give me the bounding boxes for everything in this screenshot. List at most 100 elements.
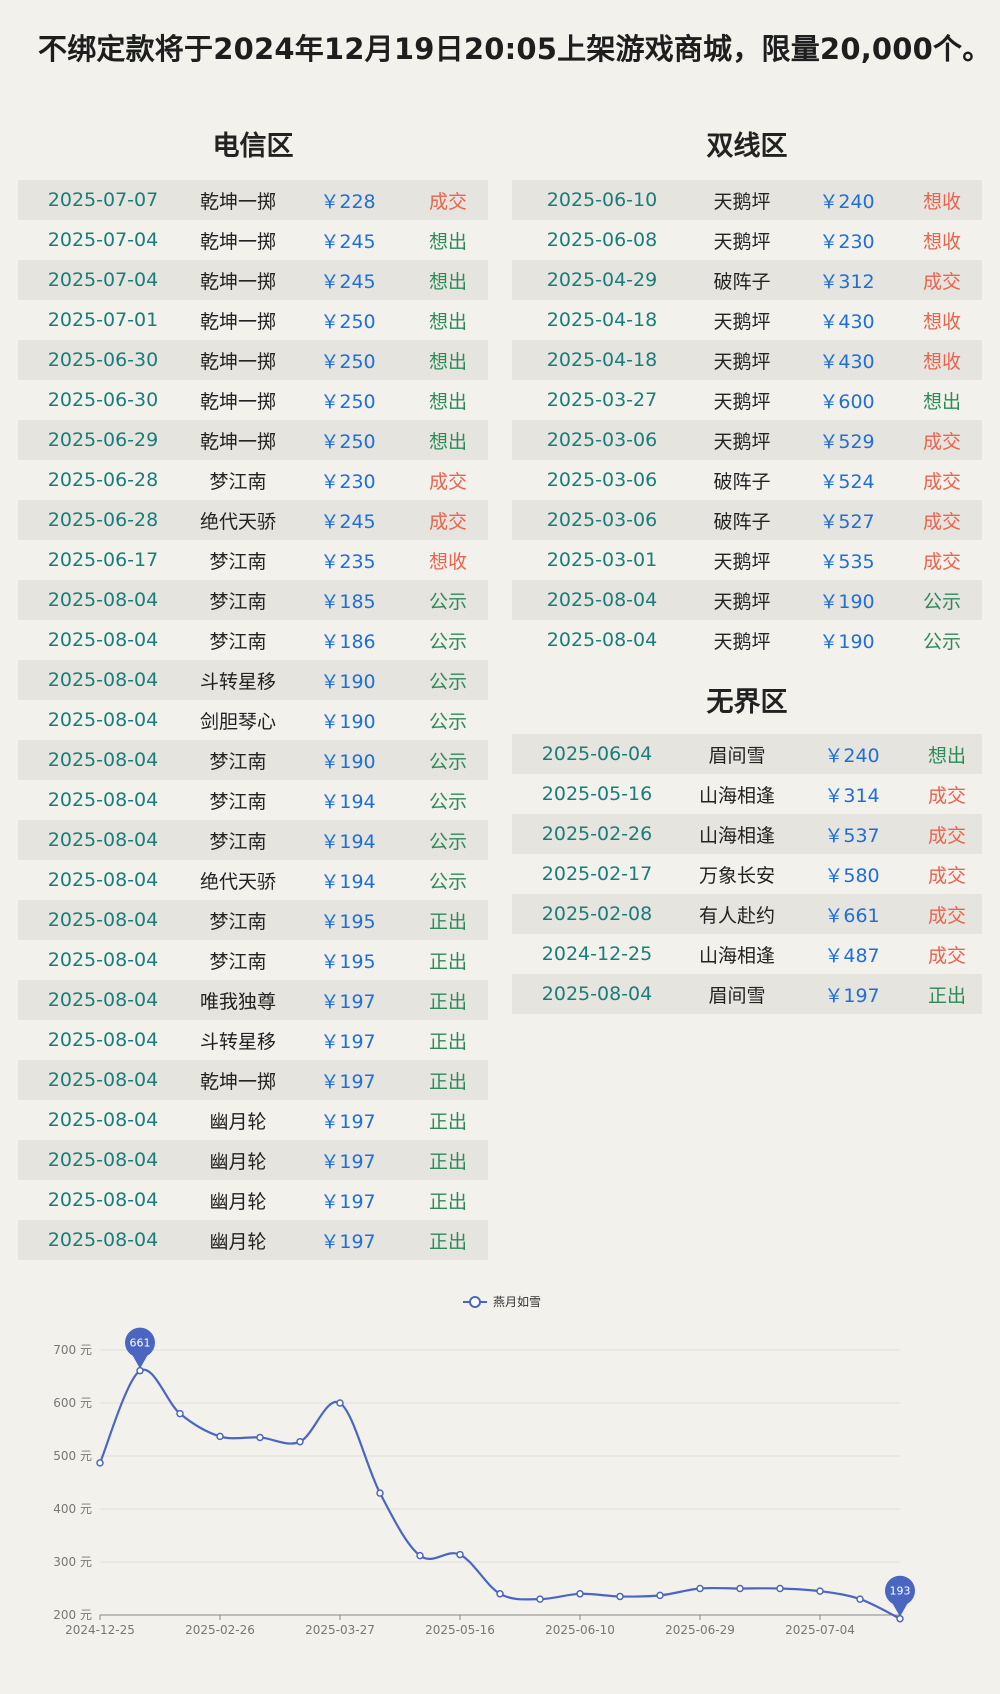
- row-price: ￥228: [320, 190, 376, 213]
- row-status: 想出: [927, 744, 966, 767]
- data-point: [216, 1432, 224, 1441]
- row-date: 2025-08-04: [47, 789, 159, 811]
- row-server: 眉间雪: [708, 744, 766, 767]
- row-date: 2025-04-18: [546, 309, 658, 331]
- row-server: 破阵子: [713, 470, 771, 493]
- table-row: 2025-03-06 破阵子 ￥524 成交: [512, 460, 982, 500]
- row-price: ￥190: [819, 630, 875, 653]
- row-status: 公示: [428, 590, 467, 613]
- row-status: 正出: [428, 1030, 467, 1053]
- row-server: 幽月轮: [209, 1230, 267, 1253]
- row-status: 成交: [922, 510, 961, 533]
- table-row: 2025-08-04 幽月轮 ￥197 正出: [18, 1100, 488, 1140]
- row-date: 2025-08-04: [546, 629, 658, 651]
- table-row: 2025-08-04 梦江南 ￥186 公示: [18, 620, 488, 660]
- data-point: [656, 1591, 664, 1600]
- row-date: 2025-05-16: [541, 783, 653, 805]
- row-price: ￥190: [320, 750, 376, 773]
- row-server: 天鹅坪: [713, 430, 771, 453]
- row-date: 2025-07-04: [47, 269, 159, 291]
- row-date: 2025-08-04: [47, 1189, 159, 1211]
- table-row: 2025-07-04 乾坤一掷 ￥245 想出: [18, 260, 488, 300]
- row-date: 2025-08-04: [47, 589, 159, 611]
- row-date: 2025-08-04: [47, 909, 159, 931]
- row-status: 想出: [428, 230, 467, 253]
- row-server: 山海相逢: [698, 944, 775, 967]
- row-status: 正出: [428, 1230, 467, 1253]
- row-price: ￥430: [819, 350, 875, 373]
- row-price: ￥250: [320, 390, 376, 413]
- row-status: 公示: [428, 750, 467, 773]
- row-price: ￥240: [819, 190, 875, 213]
- row-server: 绝代天骄: [199, 870, 276, 893]
- row-price: ￥185: [320, 590, 376, 613]
- data-point: [736, 1584, 744, 1593]
- row-status: 公示: [428, 830, 467, 853]
- data-point: [176, 1409, 184, 1418]
- row-price: ￥600: [819, 390, 875, 413]
- row-price: ￥197: [320, 1030, 376, 1053]
- row-server: 山海相逢: [698, 824, 775, 847]
- row-price: ￥314: [824, 784, 880, 807]
- table-row: 2025-02-08 有人赴约 ￥661 成交: [512, 894, 982, 934]
- table-row: 2025-04-18 天鹅坪 ￥430 想收: [512, 340, 982, 380]
- row-server: 梦江南: [209, 590, 267, 613]
- table-row: 2025-08-04 天鹅坪 ￥190 公示: [512, 580, 982, 620]
- row-date: 2025-03-01: [546, 549, 658, 571]
- row-server: 眉间雪: [708, 984, 766, 1007]
- y-tick-label: 500 元: [53, 1449, 92, 1463]
- row-status: 正出: [428, 950, 467, 973]
- row-server: 乾坤一掷: [199, 390, 276, 413]
- row-price: ￥194: [320, 830, 376, 853]
- table-row: 2025-07-07 乾坤一掷 ￥228 成交: [18, 180, 488, 220]
- x-tick-label: 2025-03-27: [305, 1623, 375, 1637]
- row-price: ￥197: [320, 1190, 376, 1213]
- row-server: 斗转星移: [199, 670, 276, 693]
- table-row: 2025-08-04 唯我独尊 ￥197 正出: [18, 980, 488, 1020]
- row-server: 乾坤一掷: [199, 310, 276, 333]
- data-point: [376, 1489, 384, 1497]
- row-price: ￥235: [320, 550, 376, 573]
- row-date: 2025-07-01: [47, 309, 159, 331]
- row-status: 正出: [428, 910, 467, 933]
- table-row: 2025-07-01 乾坤一掷 ￥250 想出: [18, 300, 488, 340]
- data-point: [536, 1595, 544, 1603]
- series-line: [98, 1368, 901, 1620]
- section-title-wujie: 无界区: [706, 687, 788, 718]
- row-price: ￥197: [320, 1110, 376, 1133]
- row-server: 剑胆琴心: [199, 710, 276, 733]
- row-server: 乾坤一掷: [199, 190, 276, 213]
- row-date: 2025-08-04: [47, 1229, 159, 1251]
- row-server: 梦江南: [209, 750, 267, 773]
- row-status: 公示: [428, 870, 467, 893]
- row-date: 2025-03-06: [546, 509, 658, 531]
- data-point: [456, 1550, 464, 1559]
- table-row: 2025-03-06 天鹅坪 ￥529 成交: [512, 420, 982, 460]
- table-row: 2025-05-16 山海相逢 ￥314 成交: [512, 774, 982, 814]
- row-status: 成交: [428, 510, 467, 533]
- table-row: 2025-08-04 梦江南 ￥194 公示: [18, 820, 488, 860]
- table-row: 2025-06-10 天鹅坪 ￥240 想收: [512, 180, 982, 220]
- data-point: [696, 1584, 704, 1593]
- row-server: 幽月轮: [209, 1190, 267, 1213]
- row-date: 2025-08-04: [47, 749, 159, 771]
- data-point: [416, 1551, 424, 1560]
- row-date: 2025-08-04: [541, 983, 653, 1005]
- row-server: 破阵子: [713, 270, 771, 293]
- row-date: 2025-08-04: [47, 629, 159, 651]
- y-tick-label: 400 元: [53, 1502, 92, 1516]
- row-server: 乾坤一掷: [199, 270, 276, 293]
- row-date: 2025-08-04: [47, 1149, 159, 1171]
- data-point: [816, 1587, 824, 1595]
- row-server: 幽月轮: [209, 1110, 267, 1133]
- row-server: 破阵子: [713, 510, 771, 533]
- table-row: 2025-04-18 天鹅坪 ￥430 想收: [512, 300, 982, 340]
- table-row: 2025-08-04 幽月轮 ￥197 正出: [18, 1220, 488, 1260]
- table-row: 2025-03-27 天鹅坪 ￥600 想出: [512, 380, 982, 420]
- row-status: 想收: [922, 310, 961, 333]
- row-date: 2025-07-07: [47, 189, 159, 211]
- row-date: 2025-06-28: [47, 469, 159, 491]
- data-point: [336, 1399, 344, 1407]
- row-status: 正出: [428, 1070, 467, 1093]
- row-status: 成交: [927, 864, 966, 887]
